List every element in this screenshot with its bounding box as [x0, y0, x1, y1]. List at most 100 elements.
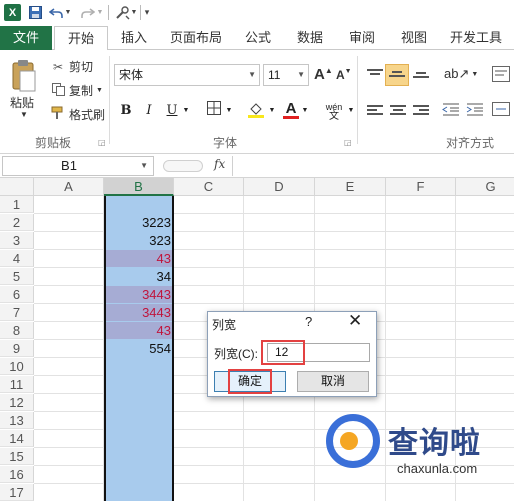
- tab-review[interactable]: 审阅: [340, 26, 384, 50]
- cell-b7[interactable]: 3443: [104, 304, 174, 321]
- font-size-select[interactable]: 11 ▼: [263, 64, 309, 86]
- undo-icon[interactable]: [48, 4, 64, 21]
- cell-b6[interactable]: 3443: [104, 286, 174, 303]
- font-name-select[interactable]: 宋体 ▼: [114, 64, 260, 86]
- row-header[interactable]: 10: [0, 358, 34, 375]
- tab-developer[interactable]: 开发工具: [444, 26, 508, 50]
- cell-b3[interactable]: 323: [104, 232, 174, 249]
- italic-button[interactable]: I: [141, 101, 157, 121]
- orientation-dropdown-icon[interactable]: ▼: [471, 71, 478, 78]
- underline-button[interactable]: U: [164, 101, 180, 121]
- tools-dropdown-icon[interactable]: ▼: [130, 4, 138, 21]
- paste-dropdown-icon[interactable]: ▼: [20, 110, 28, 119]
- font-color-dropdown-icon[interactable]: ▼: [300, 101, 310, 121]
- wrap-text-button[interactable]: [492, 66, 510, 82]
- phonetic-button[interactable]: wén 文: [322, 101, 346, 122]
- row-header[interactable]: 2: [0, 214, 34, 231]
- tab-view[interactable]: 视图: [392, 26, 436, 50]
- row-header[interactable]: 6: [0, 286, 34, 303]
- column-header-f[interactable]: F: [386, 178, 456, 196]
- formula-bar-splitter[interactable]: [163, 160, 203, 172]
- clipboard-dialog-launcher-icon[interactable]: ◲: [98, 138, 106, 147]
- insert-function-icon[interactable]: fx: [214, 157, 225, 171]
- phonetic-dropdown-icon[interactable]: ▼: [346, 101, 356, 121]
- align-middle-button[interactable]: [385, 64, 409, 86]
- select-all-corner[interactable]: [0, 178, 34, 196]
- row-header[interactable]: 17: [0, 484, 34, 501]
- column-header-b[interactable]: B: [104, 178, 174, 196]
- decrease-indent-button[interactable]: [442, 102, 460, 116]
- paste-icon[interactable]: [8, 56, 40, 96]
- align-center-icon[interactable]: [390, 105, 406, 117]
- cell-b5[interactable]: 34: [104, 268, 174, 285]
- tools-icon[interactable]: [114, 4, 130, 21]
- paint-bucket-icon: [248, 103, 264, 118]
- copy-dropdown-icon[interactable]: ▼: [96, 87, 103, 94]
- tab-data[interactable]: 数据: [288, 26, 332, 50]
- undo-dropdown-icon[interactable]: ▼: [64, 4, 72, 21]
- underline-dropdown-icon[interactable]: ▼: [181, 101, 191, 121]
- redo-icon[interactable]: [80, 4, 96, 21]
- row-header[interactable]: 14: [0, 430, 34, 447]
- row-header[interactable]: 15: [0, 448, 34, 465]
- tab-insert[interactable]: 插入: [112, 26, 156, 50]
- bold-button[interactable]: B: [118, 101, 134, 121]
- column-header-e[interactable]: E: [315, 178, 386, 196]
- excel-logo-icon: X: [4, 4, 21, 21]
- redo-dropdown-icon[interactable]: ▼: [96, 4, 104, 21]
- help-button[interactable]: ?: [305, 314, 312, 329]
- font-size-value: 11: [268, 68, 281, 82]
- row-header[interactable]: 12: [0, 394, 34, 411]
- row-header[interactable]: 13: [0, 412, 34, 429]
- tab-home[interactable]: 开始: [54, 26, 108, 51]
- column-width-label: 列宽(C):: [214, 347, 258, 361]
- close-icon[interactable]: ✕: [348, 311, 362, 331]
- increase-indent-button[interactable]: [466, 102, 484, 116]
- cancel-button[interactable]: 取消: [297, 371, 369, 392]
- copy-button[interactable]: 复制 ▼: [50, 82, 103, 99]
- grow-font-button[interactable]: A ▲: [314, 66, 333, 83]
- cell-b8[interactable]: 43: [104, 322, 174, 339]
- customize-toolbar-icon[interactable]: ▾: [142, 4, 152, 21]
- fill-color-button[interactable]: [246, 101, 266, 121]
- align-bottom-icon[interactable]: [413, 72, 429, 84]
- row-header[interactable]: 11: [0, 376, 34, 393]
- tab-file[interactable]: 文件: [0, 26, 52, 50]
- row-header[interactable]: 7: [0, 304, 34, 321]
- row-header[interactable]: 9: [0, 340, 34, 357]
- row-header[interactable]: 16: [0, 466, 34, 483]
- format-painter-button[interactable]: 格式刷: [50, 106, 105, 123]
- row-header[interactable]: 3: [0, 232, 34, 249]
- column-header-g[interactable]: G: [456, 178, 514, 196]
- cut-button[interactable]: ✂ 剪切: [50, 58, 93, 75]
- column-header-d[interactable]: D: [244, 178, 315, 196]
- align-top-icon[interactable]: [367, 69, 383, 81]
- orientation-button[interactable]: ab↗ ▼: [444, 66, 478, 82]
- save-icon[interactable]: [27, 4, 43, 21]
- row-header[interactable]: 1: [0, 196, 34, 213]
- cell-b9[interactable]: 554: [104, 340, 174, 357]
- cell-b2[interactable]: 3223: [104, 214, 174, 231]
- column-header-a[interactable]: A: [34, 178, 104, 196]
- shrink-font-button[interactable]: A ▼: [336, 68, 352, 83]
- tab-formulas[interactable]: 公式: [236, 26, 280, 50]
- row-header[interactable]: 8: [0, 322, 34, 339]
- input-highlight-box: [261, 340, 305, 365]
- borders-button[interactable]: [205, 101, 223, 121]
- font-color-button[interactable]: A: [282, 101, 300, 121]
- cell-b4[interactable]: 43: [104, 250, 174, 267]
- name-box[interactable]: B1 ▼: [2, 156, 154, 176]
- fill-color-dropdown-icon[interactable]: ▼: [267, 101, 277, 121]
- align-right-icon[interactable]: [413, 105, 429, 117]
- tab-page-layout[interactable]: 页面布局: [164, 26, 228, 50]
- row-header[interactable]: 5: [0, 268, 34, 285]
- formula-input[interactable]: [232, 156, 512, 176]
- merge-center-button[interactable]: [492, 102, 510, 116]
- column-header-c[interactable]: C: [174, 178, 244, 196]
- font-dialog-launcher-icon[interactable]: ◲: [344, 138, 352, 147]
- chevron-down-icon: ▼: [140, 161, 148, 170]
- align-left-icon[interactable]: [367, 105, 383, 117]
- row-header[interactable]: 4: [0, 250, 34, 267]
- borders-dropdown-icon[interactable]: ▼: [224, 101, 234, 121]
- paste-button[interactable]: 粘贴: [10, 94, 34, 111]
